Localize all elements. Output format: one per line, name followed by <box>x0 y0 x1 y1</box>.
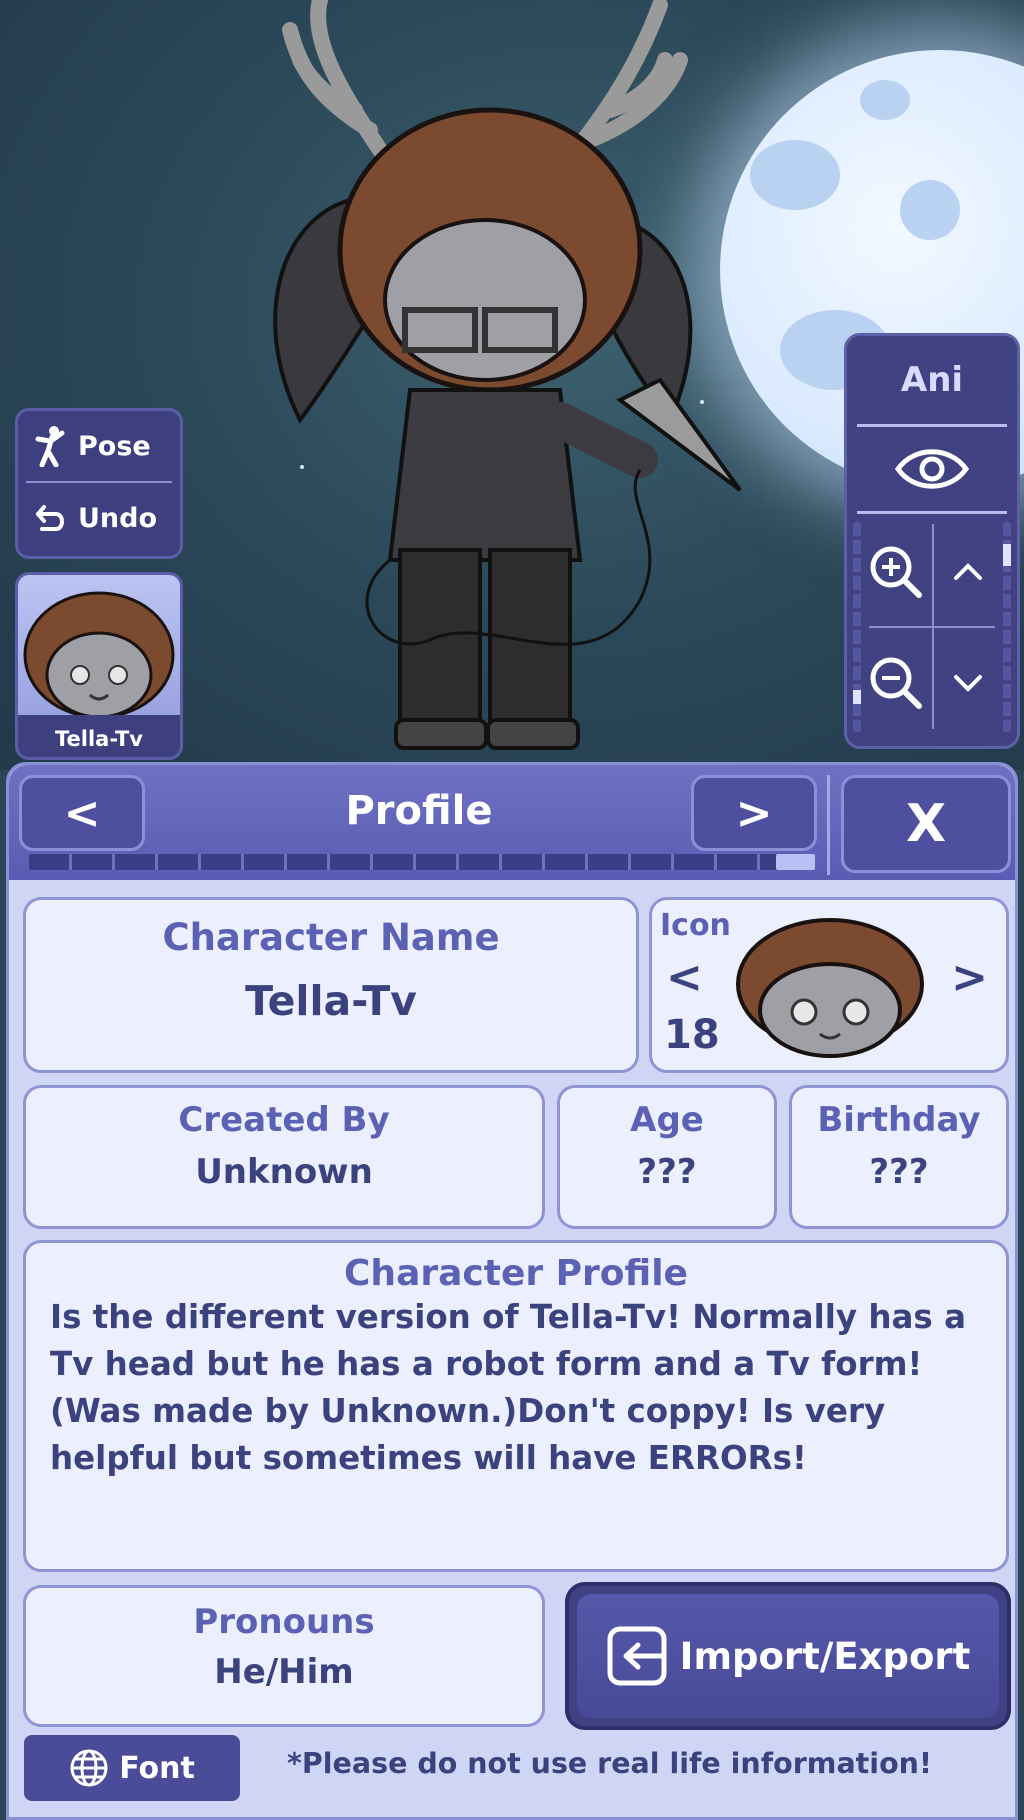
import-export-button[interactable]: Import/Export <box>565 1582 1011 1730</box>
character-profile-card[interactable]: Character Profile Is the different versi… <box>23 1240 1009 1572</box>
chevron-left-icon: < <box>666 952 703 1003</box>
character-thumbnail <box>18 575 180 719</box>
birthday-value: ??? <box>869 1152 929 1192</box>
next-page-button[interactable]: > <box>691 775 817 851</box>
pronouns-card[interactable]: Pronouns He/Him <box>23 1585 545 1727</box>
icon-next-button[interactable]: > <box>951 952 988 1003</box>
right-scroll-thumb[interactable] <box>1003 544 1011 566</box>
undo-label: Undo <box>78 502 158 534</box>
age-label: Age <box>630 1100 704 1140</box>
page-title: Profile <box>345 788 493 834</box>
profile-panel: < Profile > X Character Name Tella-Tv Ic… <box>6 762 1018 1820</box>
birthday-label: Birthday <box>817 1100 981 1140</box>
icon-selector-card: Icon < 18 > <box>649 897 1009 1073</box>
pose-label: Pose <box>78 430 151 462</box>
globe-icon <box>70 1749 108 1787</box>
eye-icon <box>894 449 970 489</box>
close-icon: X <box>905 794 947 854</box>
right-view-panel: Ani <box>844 333 1020 749</box>
page-progress-fill <box>775 854 815 870</box>
pose-icon <box>35 426 65 467</box>
character-name-label: Character Name <box>162 916 500 959</box>
zoom-out-button[interactable] <box>863 638 929 728</box>
scroll-up-button[interactable] <box>937 532 999 612</box>
icon-number: 18 <box>664 1012 720 1058</box>
character-figure[interactable] <box>260 0 800 760</box>
age-value: ??? <box>637 1152 697 1192</box>
zoom-in-icon <box>870 546 922 598</box>
ani-label: Ani <box>900 360 964 400</box>
pose-button[interactable]: Pose <box>18 411 180 481</box>
visibility-toggle[interactable] <box>847 427 1017 511</box>
character-profile-label: Character Profile <box>344 1253 688 1294</box>
page-progress-bar <box>29 854 815 870</box>
scroll-down-button[interactable] <box>937 638 999 728</box>
prev-page-button[interactable]: < <box>19 775 145 851</box>
privacy-note: *Please do not use real life information… <box>287 1747 932 1780</box>
undo-button[interactable]: Undo <box>18 483 180 553</box>
chevron-right-icon: > <box>951 952 988 1003</box>
character-card[interactable]: Tella-Tv <box>15 572 183 760</box>
header-divider <box>827 775 830 875</box>
character-name-card[interactable]: Character Name Tella-Tv <box>23 897 639 1073</box>
font-label: Font <box>119 1750 195 1786</box>
birthday-card[interactable]: Birthday ??? <box>789 1085 1009 1229</box>
font-button[interactable]: Font <box>24 1735 240 1801</box>
chevron-left-icon: < <box>63 787 101 839</box>
left-scroll-thumb[interactable] <box>853 690 861 704</box>
age-card[interactable]: Age ??? <box>557 1085 777 1229</box>
profile-header: < Profile > X <box>9 765 1015 880</box>
ani-button[interactable]: Ani <box>847 336 1017 424</box>
import-export-label: Import/Export <box>679 1634 971 1678</box>
zoom-controls <box>847 514 1017 744</box>
created-by-card[interactable]: Created By Unknown <box>23 1085 545 1229</box>
pronouns-value: He/Him <box>214 1652 354 1692</box>
icon-label: Icon <box>660 908 731 943</box>
character-name-value: Tella-Tv <box>245 977 417 1025</box>
zoom-in-button[interactable] <box>863 532 929 612</box>
chevron-right-icon: > <box>735 787 773 839</box>
created-by-value: Unknown <box>195 1152 373 1192</box>
chevron-up-icon <box>954 563 982 580</box>
created-by-label: Created By <box>178 1100 390 1140</box>
chevron-down-icon <box>954 675 982 692</box>
icon-prev-button[interactable]: < <box>666 952 703 1003</box>
import-export-icon <box>607 1626 667 1686</box>
character-profile-text: Is the different version of Tella-Tv! No… <box>50 1298 967 1477</box>
character-card-name: Tella-Tv <box>55 727 143 751</box>
close-button[interactable]: X <box>841 775 1011 873</box>
icon-preview <box>736 918 924 1058</box>
pronouns-label: Pronouns <box>193 1602 375 1642</box>
zoom-out-icon <box>870 657 922 709</box>
undo-icon <box>36 505 64 531</box>
left-action-panel: Pose Undo <box>15 408 183 559</box>
